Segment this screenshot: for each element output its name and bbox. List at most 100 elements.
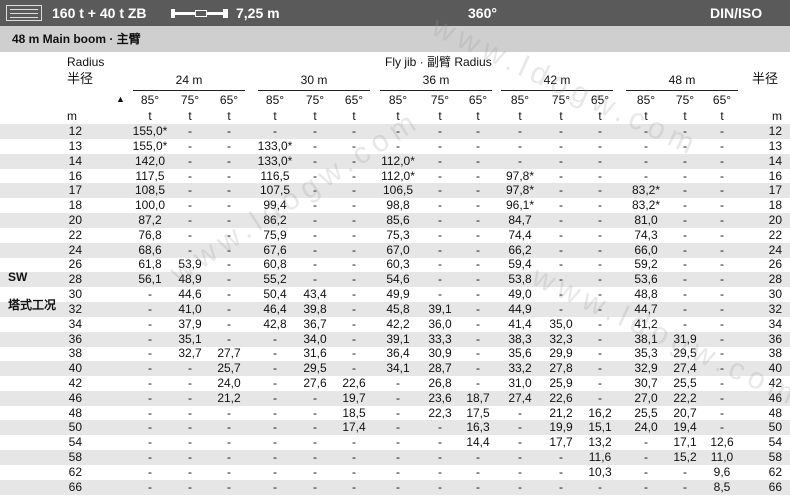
angle-label: 85°	[140, 93, 160, 107]
load-cell: -	[598, 138, 602, 153]
angle-label: 85°	[510, 93, 530, 107]
load-cell: -	[352, 124, 356, 138]
crane-logo-icon	[6, 5, 42, 21]
load-cell: -	[148, 287, 152, 301]
table-row: 13 155,0* - -133,0* - - - - - - - - - - -13	[0, 139, 790, 154]
load-cell: 25,9	[549, 375, 573, 390]
load-cell: -	[598, 183, 602, 198]
load-cell: -	[720, 153, 724, 168]
load-cell: -	[313, 420, 317, 435]
load-cell: 44,7	[634, 301, 658, 316]
load-cell: 29,9	[549, 346, 573, 361]
load-cell: -	[227, 168, 231, 183]
load-cell: -	[313, 450, 317, 464]
radius-cell-right: 14	[768, 153, 782, 168]
load-cell: -	[188, 227, 192, 242]
load-cell: -	[352, 479, 356, 494]
load-cell: -	[598, 168, 602, 183]
radius-cell-right: 18	[768, 198, 782, 213]
radius-cell-right: 13	[768, 138, 782, 153]
title-bar: 160 t + 40 t ZB 7,25 m 360° DIN/ISO	[0, 0, 790, 26]
load-cell: -	[476, 242, 480, 257]
load-cell: 74,3	[634, 227, 658, 242]
load-cell: -	[227, 479, 231, 494]
load-cell: -	[148, 390, 152, 405]
load-cell: 44,9	[508, 301, 532, 316]
table-row: 18 100,0- -99,4- -98,8- -96,1* - -83,2* - -18	[0, 198, 790, 213]
load-cell: 61,8	[138, 257, 162, 272]
radius-cell: 13	[68, 138, 82, 153]
load-cell: -	[396, 450, 400, 464]
load-cell: 53,6	[634, 272, 658, 287]
load-cell: 97,8*	[505, 168, 535, 183]
load-cell: -	[598, 301, 602, 316]
load-cell: 84,7	[508, 212, 532, 227]
load-cell: -	[559, 183, 563, 198]
load-unit: t	[396, 109, 400, 123]
radius-header-en: Radius	[67, 55, 105, 69]
radius-cell: 18	[68, 198, 82, 213]
load-cell: 44,6	[178, 287, 202, 301]
load-cell: -	[352, 301, 356, 316]
load-cell: -	[188, 464, 192, 479]
radius-unit-right: m	[772, 109, 782, 123]
load-cell: -	[720, 301, 724, 316]
load-cell: 98,8	[386, 198, 410, 213]
radius-cell: 48	[68, 405, 82, 420]
load-cell: 27,7	[217, 346, 241, 361]
radius-cell: 14	[68, 153, 82, 168]
load-cell: -	[352, 227, 356, 242]
load-cell: -	[396, 375, 400, 390]
load-cell: 14,4	[466, 435, 490, 450]
load-cell: -	[227, 212, 231, 227]
load-cell: -	[352, 287, 356, 301]
load-cell: -	[313, 198, 317, 213]
load-cell: -	[644, 435, 648, 450]
table-row: 54- - - - - - - -14,4-17,7 13,2-17,1 12,6 54	[0, 435, 790, 450]
load-cell: -	[227, 183, 231, 198]
radius-cell-right: 24	[768, 242, 782, 257]
angle-label: 65°	[590, 93, 610, 107]
load-cell: -	[720, 183, 724, 198]
load-cell: -	[352, 242, 356, 257]
table-row: 42- -24,0-27,6 22,6-26,8-31,0 25,9-30,7 25,5…	[0, 376, 790, 391]
radius-cell: 62	[68, 464, 82, 479]
load-cell: -	[476, 479, 480, 494]
load-cell: -	[644, 464, 648, 479]
load-cell: -	[148, 346, 152, 361]
tower-mode-label: 塔式工况	[8, 298, 57, 312]
load-cell: -	[476, 464, 480, 479]
load-cell: -	[188, 420, 192, 435]
load-cell: -	[352, 450, 356, 464]
load-cell: -	[273, 124, 277, 138]
radius-header-cn: 半径	[67, 71, 94, 86]
radius-cell-right: 17	[768, 183, 782, 198]
boom-config-bar: 48 m Main boom · 主臂	[0, 26, 790, 52]
load-cell: -	[559, 479, 563, 494]
load-cell: -	[148, 450, 152, 464]
load-cell: 53,9	[178, 257, 202, 272]
load-cell: 59,2	[634, 257, 658, 272]
load-cell: -	[352, 346, 356, 361]
load-cell: 24,0	[217, 375, 241, 390]
radius-cell: 40	[68, 361, 82, 376]
jib-group-rule	[258, 90, 370, 91]
load-cell: -	[518, 153, 522, 168]
load-cell: 19,9	[549, 420, 573, 435]
load-cell: -	[313, 390, 317, 405]
load-cell: -	[188, 361, 192, 376]
load-cell: 60,8	[263, 257, 287, 272]
radius-cell: 17	[68, 183, 82, 198]
load-cell: -	[720, 390, 724, 405]
load-cell: -	[598, 390, 602, 405]
load-cell: -	[720, 346, 724, 361]
radius-cell-right: 30	[768, 287, 782, 301]
load-cell: -	[227, 405, 231, 420]
load-cell: -	[598, 479, 602, 494]
load-cell: 48,9	[178, 272, 202, 287]
load-cell: 38,3	[508, 331, 532, 346]
table-row: 46- -21,2- -19,7-23,6 18,7 27,4 22,6-27,0 22,2…	[0, 390, 790, 406]
jib-length-label: 36 m	[422, 73, 450, 87]
load-cell: 27,6	[303, 375, 327, 390]
angle-label: 65°	[712, 93, 732, 107]
